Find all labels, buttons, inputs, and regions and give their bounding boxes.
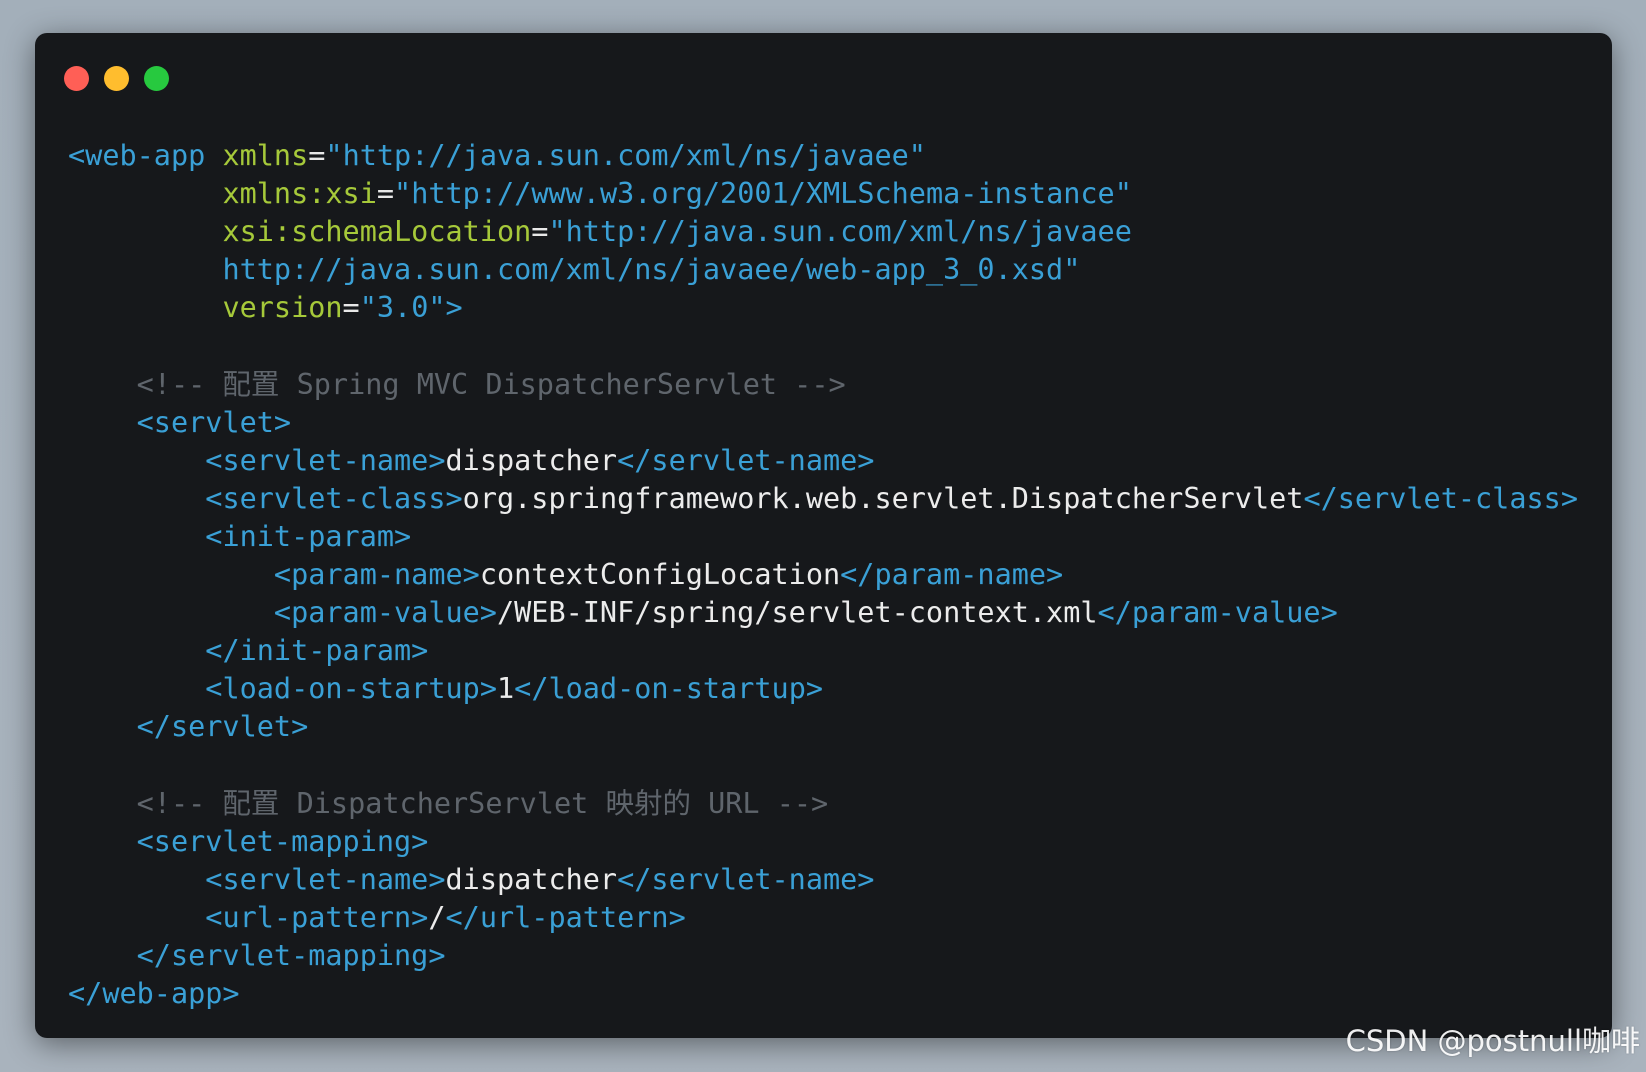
code-line: http://java.sun.com/xml/ns/javaee/web-ap… [68, 251, 1578, 289]
xml-tag: </param-name> [840, 558, 1064, 592]
xml-tag: > [445, 291, 463, 325]
code-line: <!-- 配置 DispatcherServlet 映射的 URL --> [68, 785, 1578, 823]
xml-tag: <param-name> [273, 558, 480, 592]
code-line: <init-param> [68, 518, 1578, 556]
code-line: <servlet-class>org.springframework.web.s… [68, 480, 1578, 518]
xml-attribute: xmlns:xsi [222, 177, 377, 211]
xml-string: "http://www.w3.org/2001/XMLSchema-instan… [394, 177, 1132, 211]
xml-equals: = [342, 291, 360, 325]
xml-attribute: xsi:schemaLocation [222, 215, 532, 249]
code-line: <servlet-name>dispatcher</servlet-name> [68, 442, 1578, 480]
xml-string: "http://java.sun.com/xml/ns/javaee [548, 215, 1132, 249]
xml-tag: </url-pattern> [445, 900, 686, 934]
code-text: contextConfigLocation [479, 558, 841, 592]
xml-string: "3.0" [359, 291, 446, 325]
code-text: org.springframework.web.servlet.Dispatch… [462, 481, 1304, 515]
code-line: <servlet-name>dispatcher</servlet-name> [68, 861, 1578, 899]
xml-equals: = [376, 177, 395, 211]
code-text: dispatcher [445, 862, 618, 896]
xml-tag: </servlet-class> [1303, 481, 1578, 515]
page: { "window": { "traffic_lights": ["close"… [0, 0, 1646, 1072]
xml-tag: <web-app [68, 139, 223, 172]
code-text: 1 [496, 672, 515, 706]
code-text: dispatcher [445, 443, 618, 477]
code-text: / [428, 900, 446, 934]
xml-tag: <load-on-startup> [205, 672, 497, 706]
minimize-dot-icon[interactable] [104, 66, 129, 91]
code-line: <param-value>/WEB-INF/spring/servlet-con… [68, 594, 1578, 632]
xml-attribute: xmlns [222, 139, 309, 172]
window-controls [64, 66, 169, 91]
watermark: CSDN @postnull咖啡 [1345, 1024, 1640, 1058]
xml-string: "http://java.sun.com/xml/ns/javaee" [325, 139, 926, 172]
xml-tag: </load-on-startup> [514, 672, 824, 706]
xml-tag: <servlet-mapping> [136, 824, 429, 858]
xml-tag: <init-param> [205, 519, 412, 553]
close-dot-icon[interactable] [64, 66, 89, 91]
code-line: xsi:schemaLocation="http://java.sun.com/… [68, 213, 1578, 251]
xml-tag: </param-value> [1097, 596, 1338, 630]
xml-tag: <param-value> [273, 596, 497, 630]
code-line: </servlet-mapping> [68, 937, 1578, 975]
code-line: </web-app> [68, 975, 1578, 1013]
xml-tag: </servlet-name> [617, 443, 875, 477]
xml-tag: </servlet-name> [617, 862, 875, 896]
code-line: <web-app xmlns="http://java.sun.com/xml/… [68, 137, 1578, 175]
code-line: <load-on-startup>1</load-on-startup> [68, 670, 1578, 708]
code-line: version="3.0"> [68, 289, 1578, 327]
xml-tag: </init-param> [205, 634, 429, 668]
xml-tag: </servlet> [136, 710, 309, 744]
code-line: <param-name>contextConfigLocation</param… [68, 556, 1578, 594]
xml-comment: <!-- 配置 Spring MVC DispatcherServlet --> [136, 367, 846, 401]
xml-tag: <servlet-name> [205, 862, 446, 896]
xml-tag: <servlet> [136, 405, 292, 439]
code-line: xmlns:xsi="http://www.w3.org/2001/XMLSch… [68, 175, 1578, 213]
code-line: <servlet> [68, 404, 1578, 442]
code-window: <web-app xmlns="http://java.sun.com/xml/… [35, 33, 1612, 1038]
xml-attribute: version [222, 291, 343, 325]
xml-comment: <!-- 配置 DispatcherServlet 映射的 URL --> [136, 786, 829, 820]
code-line: <!-- 配置 Spring MVC DispatcherServlet --> [68, 366, 1578, 404]
xml-tag: </servlet-mapping> [136, 938, 446, 972]
code-block: <web-app xmlns="http://java.sun.com/xml/… [68, 137, 1578, 1013]
code-line: <servlet-mapping> [68, 823, 1578, 861]
xml-equals: = [308, 139, 326, 172]
code-text: /WEB-INF/spring/servlet-context.xml [496, 596, 1098, 630]
code-line: </init-param> [68, 632, 1578, 670]
code-line: <url-pattern>/</url-pattern> [68, 899, 1578, 937]
xml-equals: = [531, 215, 549, 249]
xml-tag: </web-app> [68, 977, 240, 1011]
xml-tag: <servlet-class> [205, 481, 463, 515]
xml-tag: <url-pattern> [205, 900, 429, 934]
xml-string: http://java.sun.com/xml/ns/javaee/web-ap… [222, 253, 1081, 287]
code-line: </servlet> [68, 708, 1578, 746]
maximize-dot-icon[interactable] [144, 66, 169, 91]
xml-tag: <servlet-name> [205, 443, 446, 477]
